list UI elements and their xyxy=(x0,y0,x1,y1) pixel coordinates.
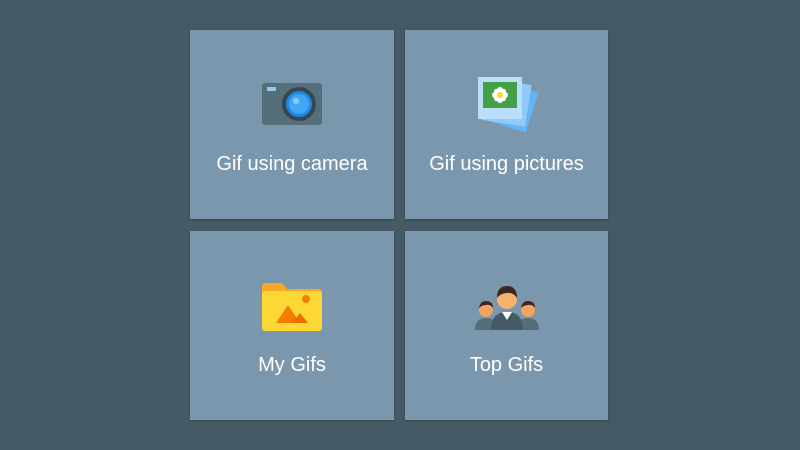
my-gifs-tile[interactable]: My Gifs xyxy=(190,231,394,420)
folder-image-icon xyxy=(262,283,322,336)
home-screen: Gif using camera Gif using pictures My G… xyxy=(0,0,800,450)
tile-label: Gif using pictures xyxy=(429,153,584,175)
tile-label: Gif using camera xyxy=(216,153,368,175)
people-group-icon xyxy=(473,284,541,335)
gif-using-camera-tile[interactable]: Gif using camera xyxy=(190,30,394,219)
top-gifs-tile[interactable]: Top Gifs xyxy=(405,231,608,420)
gif-using-pictures-tile[interactable]: Gif using pictures xyxy=(405,30,608,219)
tile-label: My Gifs xyxy=(258,354,326,376)
tile-label: Top Gifs xyxy=(469,354,544,376)
photo-stack-icon xyxy=(474,74,540,141)
camera-icon xyxy=(262,82,322,131)
